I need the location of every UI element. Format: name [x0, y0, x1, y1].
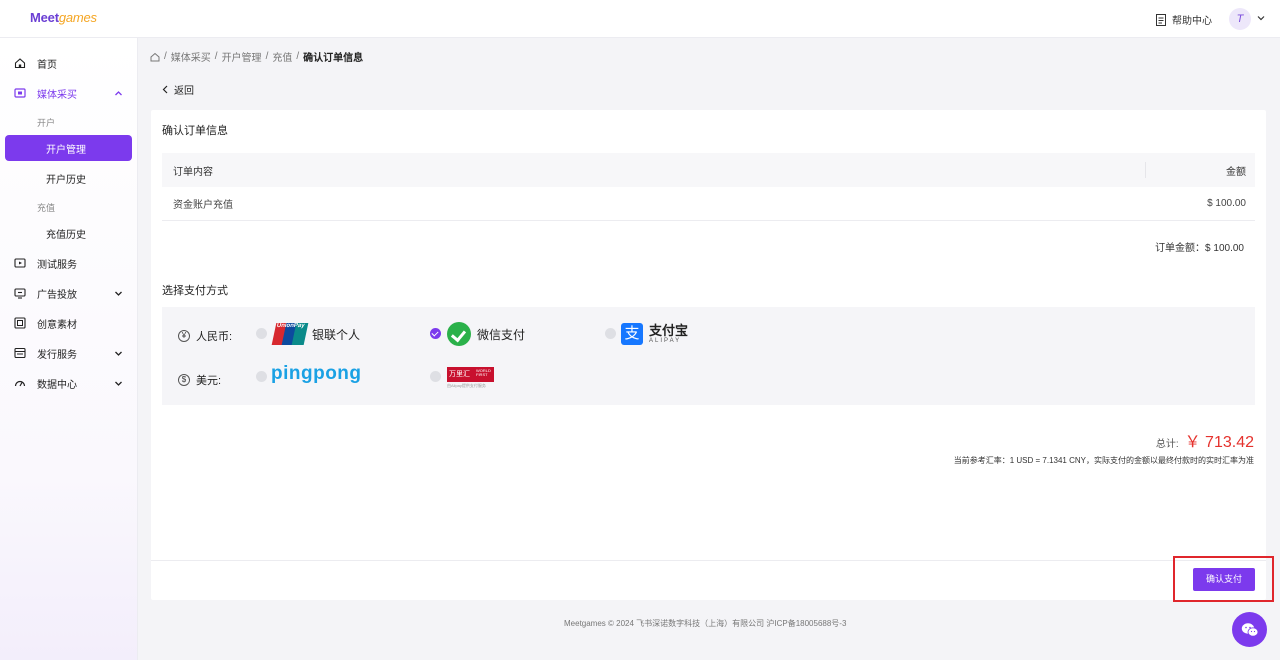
sidebar-item-open-history[interactable]: 开户历史: [5, 165, 132, 191]
unionpay-logo: UnionPay: [271, 323, 309, 345]
order-total: 订单金额：$ 100.00: [1155, 243, 1244, 254]
total-amount: ￥ 713.42: [1184, 434, 1254, 451]
column-divider: [1145, 162, 1146, 178]
unionpay-radio[interactable]: [256, 328, 267, 339]
chevron-down-icon[interactable]: [1257, 14, 1265, 22]
yuan-icon: ¥: [178, 330, 190, 342]
chevron-down-icon: [115, 381, 122, 386]
alipay-icon: 支: [621, 323, 643, 345]
sidebar-item-media-buy[interactable]: 媒体采买: [0, 80, 138, 106]
option-unionpay[interactable]: UnionPay 银联个人: [271, 323, 360, 345]
sidebar-item-ad-delivery[interactable]: 广告投放: [0, 280, 138, 306]
option-alipay[interactable]: 支 支付宝 ALIPAY: [621, 323, 688, 345]
media-icon: [14, 87, 26, 99]
col-amount-header: 金额: [1226, 166, 1246, 178]
exchange-rate-note: 当前参考汇率：1 USD = 7.1341 CNY，实际支付的金额以最终付款时的…: [953, 456, 1254, 465]
payment-methods: ¥ 人民币: $ 美元: UnionPay 银联个人 微信支付 支 支付宝 AL…: [162, 307, 1255, 405]
order-table: 订单内容 金额 资金账户充值 $ 100.00: [162, 153, 1255, 221]
sidebar-item-recharge-history[interactable]: 充值历史: [5, 220, 132, 246]
sidebar-item-data-center[interactable]: 数据中心: [0, 370, 138, 396]
divider: [151, 560, 1266, 561]
table-row: 资金账户充值 $ 100.00: [162, 187, 1255, 221]
col-content-header: 订单内容: [173, 166, 213, 178]
chevron-up-icon: [115, 91, 122, 96]
home-icon: [14, 57, 26, 69]
row-content: 资金账户充值: [173, 200, 233, 211]
sidebar-group-recharge: 充值: [37, 202, 56, 213]
brand-logo[interactable]: Meetgames: [30, 10, 97, 25]
rmb-row-label: ¥ 人民币:: [178, 328, 232, 344]
copyright: Meetgames © 2024 飞书深诺数字科技（上海）有限公司 沪ICP备1…: [564, 619, 847, 628]
option-worldfirst[interactable]: 万里汇 WORLD FIRST 由Alipay提供支付服务: [447, 367, 494, 389]
option-pingpong[interactable]: pingpong: [271, 363, 362, 385]
back-button[interactable]: 返回: [162, 82, 194, 97]
breadcrumb-item-media-buy[interactable]: 媒体采买: [171, 49, 211, 64]
top-bar: Meetgames 帮助中心 T: [0, 0, 1280, 38]
creative-icon: [14, 317, 26, 329]
sidebar: 首页 媒体采买 开户 开户管理 开户历史 充值 充值历史 测试服务 广告投放 创…: [0, 38, 138, 660]
sidebar-item-creative[interactable]: 创意素材: [0, 310, 138, 336]
home-icon[interactable]: [150, 52, 160, 62]
data-center-icon: [14, 377, 26, 389]
sidebar-item-test-service[interactable]: 测试服务: [0, 250, 138, 276]
avatar[interactable]: T: [1229, 8, 1251, 30]
chevron-down-icon: [115, 291, 122, 296]
chat-icon: [1241, 622, 1258, 637]
breadcrumb-item-recharge[interactable]: 充值: [272, 49, 292, 64]
ad-icon: [14, 287, 26, 299]
help-center-link[interactable]: 帮助中心: [1156, 12, 1212, 27]
option-wechat[interactable]: 微信支付: [447, 322, 525, 346]
sidebar-item-publish-service[interactable]: 发行服务: [0, 340, 138, 366]
table-header: 订单内容 金额: [162, 153, 1255, 187]
sidebar-item-home[interactable]: 首页: [0, 50, 138, 76]
chevron-left-icon: [162, 85, 168, 94]
alipay-radio[interactable]: [605, 328, 616, 339]
wechat-chat-button[interactable]: [1232, 612, 1267, 647]
sidebar-item-open-manage[interactable]: 开户管理: [5, 135, 132, 161]
pingpong-radio[interactable]: [256, 371, 267, 382]
usd-row-label: $ 美元:: [178, 372, 221, 388]
breadcrumb: / 媒体采买 / 开户管理 / 充值 / 确认订单信息: [150, 49, 363, 64]
order-title: 确认订单信息: [162, 125, 228, 137]
worldfirst-logo: 万里汇 WORLD FIRST 由Alipay提供支付服务: [447, 367, 494, 389]
pingpong-logo: pingpong: [271, 363, 362, 384]
confirm-pay-button[interactable]: 确认支付: [1193, 568, 1255, 591]
payment-title: 选择支付方式: [162, 285, 228, 297]
breadcrumb-item-open-manage[interactable]: 开户管理: [222, 49, 262, 64]
publish-icon: [14, 347, 26, 359]
order-card: 确认订单信息 订单内容 金额 资金账户充值 $ 100.00 订单金额：$ 10…: [151, 110, 1266, 600]
row-amount: $ 100.00: [1207, 198, 1246, 209]
sidebar-group-open: 开户: [37, 117, 56, 128]
test-icon: [14, 257, 26, 269]
breadcrumb-current: 确认订单信息: [303, 53, 364, 64]
chevron-down-icon: [115, 351, 122, 356]
grand-total: 总计: ￥ 713.42: [1156, 428, 1254, 452]
document-icon: [1156, 13, 1166, 26]
dollar-icon: $: [178, 374, 190, 386]
worldfirst-radio[interactable]: [430, 371, 441, 382]
wechat-pay-icon: [447, 322, 471, 346]
wechat-radio[interactable]: [430, 328, 441, 339]
